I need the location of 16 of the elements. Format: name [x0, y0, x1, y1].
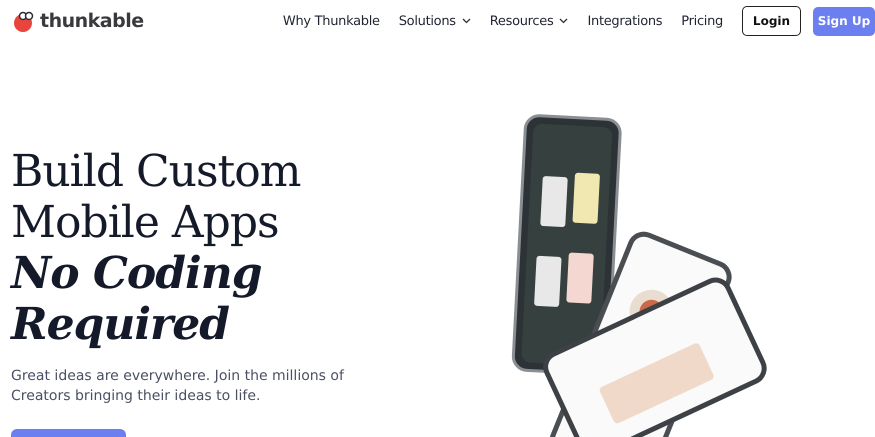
hero-subtitle: Great ideas are everywhere. Join the millions of Creators bringing their ideas to life. — [11, 367, 346, 406]
chevron-down-icon — [559, 18, 568, 24]
logo-wordmark[interactable]: thunkable — [40, 10, 144, 32]
nav-menu[interactable]: Solutions — [398, 14, 471, 28]
headline-text: No Coding — [11, 248, 262, 299]
mascot-logo-icon — [11, 9, 35, 33]
nav-link[interactable]: Why Thunkable — [282, 14, 380, 28]
nav-link[interactable]: Pricing — [681, 14, 723, 28]
headline-text: Required — [11, 299, 230, 350]
headline-text: Mobile Apps — [11, 197, 280, 248]
chevron-down-icon — [462, 18, 471, 24]
login-button[interactable]: Login — [742, 6, 801, 36]
nav-menu[interactable]: Resources — [490, 14, 568, 28]
signup-button[interactable]: Sign Up — [813, 6, 875, 36]
nav-link[interactable]: Integrations — [587, 14, 662, 28]
headline-text: Build Custom — [11, 146, 302, 197]
